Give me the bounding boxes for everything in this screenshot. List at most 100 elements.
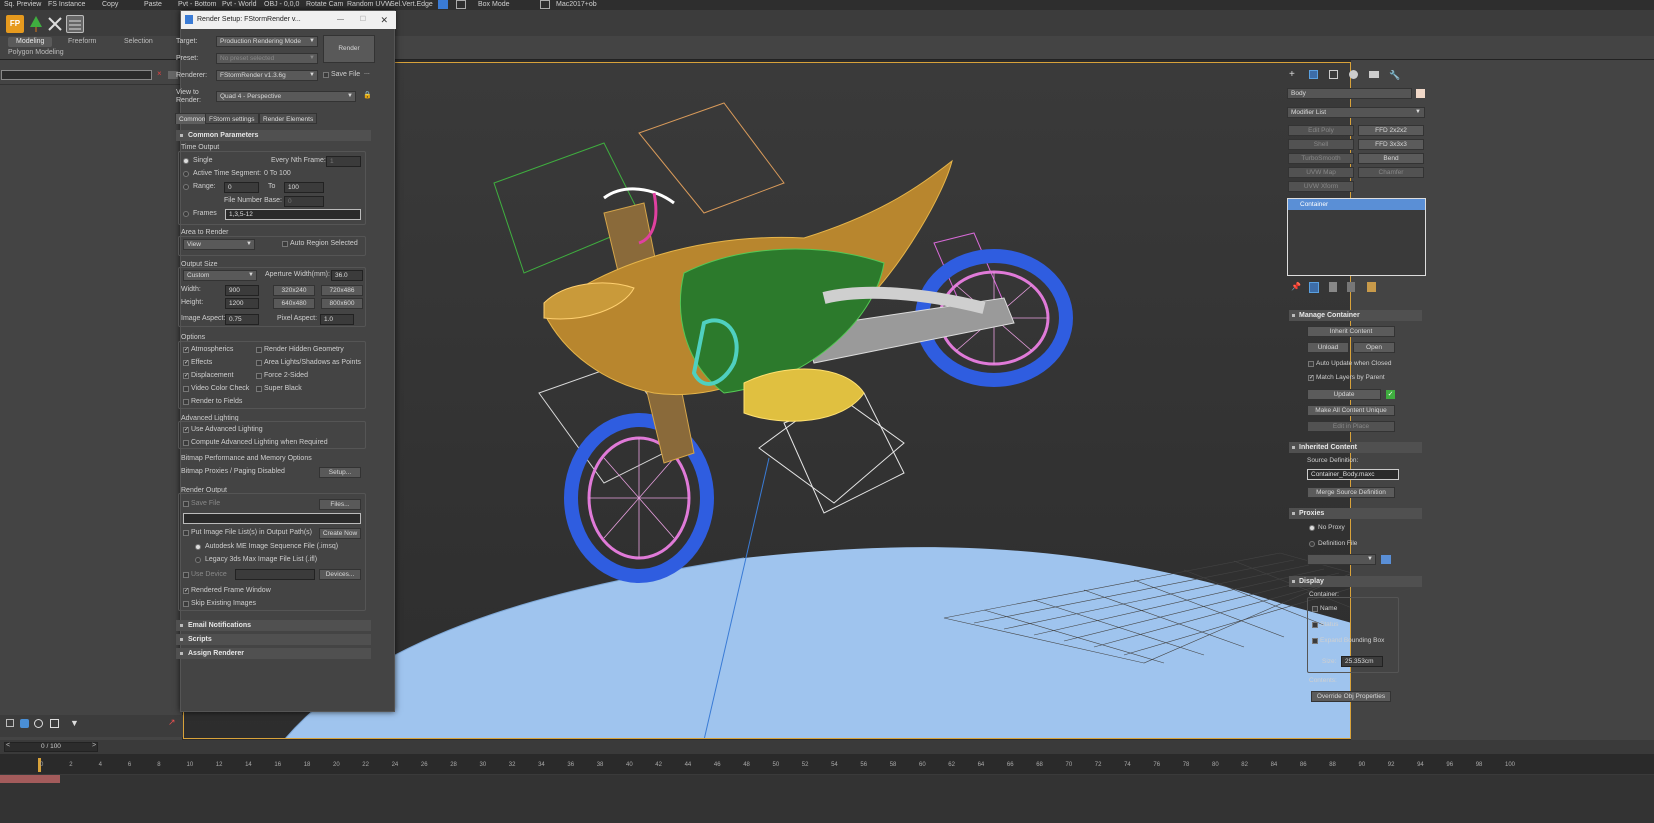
devices-button[interactable]: Devices... bbox=[319, 569, 361, 580]
copy-button[interactable]: Copy bbox=[102, 0, 118, 10]
ffd-3x3x3-button[interactable]: FFD 3x3x3 bbox=[1358, 139, 1424, 150]
use-advanced-lighting-checkbox[interactable]: ✓ bbox=[183, 427, 189, 433]
show-end-result-icon[interactable] bbox=[1309, 282, 1319, 293]
box-view-icon[interactable] bbox=[50, 719, 59, 728]
remove-modifier-icon[interactable] bbox=[1347, 282, 1355, 292]
mac2017-button[interactable]: Mac2017+ob bbox=[556, 0, 597, 10]
dialog-titlebar[interactable]: Render Setup: FStormRender v... — ☐ ✕ bbox=[181, 11, 396, 29]
override-obj-properties-button[interactable]: Override Obj Properties bbox=[1311, 691, 1391, 702]
preset-select[interactable]: No preset selected ▼ bbox=[216, 53, 318, 64]
auto-update-checkbox[interactable] bbox=[1308, 361, 1314, 367]
layer-icon[interactable] bbox=[6, 719, 14, 727]
frames-input[interactable]: 1,3,5-12 bbox=[225, 209, 361, 220]
render-button[interactable]: Render bbox=[323, 35, 375, 63]
pvt-bottom-button[interactable]: Pvt - Bottom bbox=[178, 0, 217, 10]
skip-existing-checkbox[interactable] bbox=[183, 601, 189, 607]
merge-source-button[interactable]: Merge Source Definition bbox=[1307, 487, 1395, 498]
render-hidden-checkbox[interactable] bbox=[256, 347, 262, 353]
grid-icon[interactable] bbox=[456, 0, 466, 9]
shell-button[interactable]: Shell bbox=[1288, 139, 1354, 150]
device-input[interactable] bbox=[235, 569, 315, 580]
proxy-file-select[interactable]: ▼ bbox=[1307, 554, 1376, 565]
expand-bbox-checkbox[interactable] bbox=[1312, 638, 1318, 644]
aperture-input[interactable]: 36.0 bbox=[331, 270, 363, 281]
minimize-icon[interactable]: — bbox=[337, 11, 344, 29]
manage-container-header[interactable]: Manage Container bbox=[1289, 310, 1422, 321]
box-icon[interactable] bbox=[438, 0, 448, 9]
paste-button[interactable]: Paste bbox=[144, 0, 162, 10]
preset-640x480-button[interactable]: 640x480 bbox=[273, 298, 315, 309]
fstorm-icon[interactable]: FP bbox=[6, 15, 24, 33]
update-status-icon[interactable]: ✓ bbox=[1386, 390, 1395, 399]
rendered-frame-window-checkbox[interactable]: ✓ bbox=[183, 588, 189, 594]
renderer-select[interactable]: FStormRender v1.3.6g ▼ bbox=[216, 70, 318, 81]
sphere-icon[interactable] bbox=[34, 719, 43, 728]
hierarchy-icon[interactable] bbox=[1329, 70, 1338, 79]
put-image-checkbox[interactable] bbox=[183, 530, 189, 536]
create-now-button[interactable]: Create Now bbox=[319, 528, 361, 539]
tab-render-elements[interactable]: Render Elements bbox=[259, 113, 318, 124]
effects-checkbox[interactable]: ✓ bbox=[183, 360, 189, 366]
range-to-input[interactable]: 100 bbox=[284, 182, 324, 193]
file-number-base-input[interactable]: 0 bbox=[284, 196, 324, 207]
use-device-checkbox[interactable] bbox=[183, 572, 189, 578]
definition-file-radio[interactable] bbox=[1309, 541, 1315, 547]
inherit-content-button[interactable]: Inherit Content bbox=[1307, 326, 1395, 337]
auto-region-checkbox[interactable] bbox=[282, 241, 288, 247]
render-to-fields-checkbox[interactable] bbox=[183, 399, 189, 405]
turbosmooth-button[interactable]: TurboSmooth bbox=[1288, 153, 1354, 164]
funnel-icon[interactable]: ▼ bbox=[70, 718, 79, 728]
make-unique-icon[interactable] bbox=[1329, 282, 1337, 292]
source-definition-input[interactable]: Container_Body.maxc bbox=[1307, 469, 1399, 480]
save-file-output-checkbox[interactable] bbox=[183, 501, 189, 507]
proxies-header[interactable]: Proxies bbox=[1289, 508, 1422, 519]
area-lights-checkbox[interactable] bbox=[256, 360, 262, 366]
preset-320x240-button[interactable]: 320x240 bbox=[273, 285, 315, 296]
display-header[interactable]: Display bbox=[1289, 576, 1422, 587]
files-button[interactable]: Files... bbox=[319, 499, 361, 510]
setup-button[interactable]: Setup... bbox=[319, 467, 361, 478]
name-checkbox[interactable] bbox=[1312, 606, 1318, 612]
display-icon[interactable] bbox=[20, 719, 29, 728]
utilities-icon[interactable]: 🔧 bbox=[1389, 70, 1400, 80]
output-preset-select[interactable]: Custom ▼ bbox=[183, 270, 257, 281]
tools-icon[interactable] bbox=[46, 15, 64, 33]
edit-in-place-button[interactable]: Edit in Place bbox=[1307, 421, 1395, 432]
compute-advanced-checkbox[interactable] bbox=[183, 440, 189, 446]
output-path-input[interactable] bbox=[183, 513, 361, 524]
preset-720x486-button[interactable]: 720x486 bbox=[321, 285, 363, 296]
match-layers-checkbox[interactable]: ✓ bbox=[1308, 375, 1314, 381]
object-name-input[interactable]: Body bbox=[1287, 88, 1412, 99]
random-uvw-button[interactable]: Random UVW bbox=[347, 0, 392, 10]
pixel-aspect-input[interactable]: 1.0 bbox=[320, 314, 354, 325]
range-radio[interactable] bbox=[183, 184, 189, 190]
tab-freeform[interactable]: Freeform bbox=[60, 37, 104, 47]
bend-button[interactable]: Bend bbox=[1358, 153, 1424, 164]
spreadsheet-icon[interactable] bbox=[66, 15, 84, 33]
time-slider[interactable]: 0 / 100 bbox=[4, 742, 98, 752]
lock-icon[interactable]: 🔒 bbox=[363, 91, 372, 99]
target-select[interactable]: Production Rendering Mode ▼ bbox=[216, 36, 318, 47]
next-frame-icon[interactable]: > bbox=[92, 742, 96, 749]
close-icon[interactable]: ✕ bbox=[380, 11, 388, 29]
ffd-2x2x2-button[interactable]: FFD 2x2x2 bbox=[1358, 125, 1424, 136]
autodesk-me-radio[interactable] bbox=[195, 544, 201, 550]
configure-sets-icon[interactable] bbox=[1367, 282, 1376, 292]
size-input[interactable]: 25.353cm bbox=[1341, 656, 1383, 667]
no-proxy-radio[interactable] bbox=[1309, 525, 1315, 531]
stack-item-container[interactable]: Container bbox=[1288, 199, 1425, 210]
tab-fstorm-settings[interactable]: FStorm settings bbox=[205, 113, 259, 124]
modify-icon[interactable] bbox=[1309, 70, 1318, 79]
pin-stack-icon[interactable]: 📌 bbox=[1291, 282, 1301, 291]
inherited-content-header[interactable]: Inherited Content bbox=[1289, 442, 1422, 453]
range-from-input[interactable]: 0 bbox=[224, 182, 259, 193]
tree-icon[interactable] bbox=[27, 15, 45, 33]
every-nth-input[interactable]: 1 bbox=[326, 156, 361, 167]
area-select[interactable]: View ▼ bbox=[183, 239, 255, 250]
displacement-checkbox[interactable]: ✓ bbox=[183, 373, 189, 379]
common-parameters-header[interactable]: Common Parameters bbox=[176, 130, 371, 141]
edit-poly-button[interactable]: Edit Poly bbox=[1288, 125, 1354, 136]
save-file-checkbox[interactable] bbox=[323, 72, 329, 78]
legacy-radio[interactable] bbox=[195, 557, 201, 563]
tab-modeling[interactable]: Modeling bbox=[8, 37, 53, 47]
